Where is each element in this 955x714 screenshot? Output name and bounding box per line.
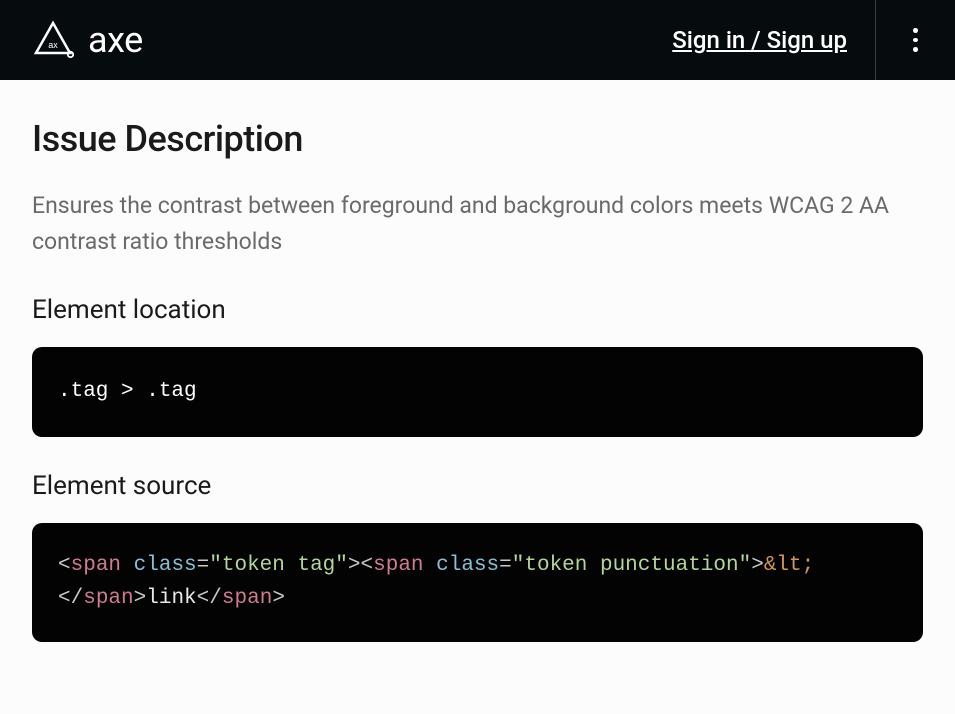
header-right: Sign in / Sign up (672, 0, 955, 80)
code-token: = (197, 554, 210, 577)
element-source-title: Element source (32, 471, 923, 501)
code-token: </ (58, 587, 83, 610)
code-token (424, 554, 437, 577)
code-token: span (83, 587, 133, 610)
element-location-code: .tag > .tag (32, 347, 923, 437)
code-token: < (58, 554, 71, 577)
code-token: link (146, 587, 196, 610)
issue-description: Ensures the contrast between foreground … (32, 188, 923, 259)
code-token: > (348, 554, 361, 577)
code-token: > (751, 554, 764, 577)
more-vertical-icon (904, 28, 928, 52)
logo-section: ax axe (32, 19, 143, 61)
code-token: "token tag" (209, 554, 348, 577)
axe-logo-icon: ax (32, 19, 74, 61)
element-location-title: Element location (32, 295, 923, 325)
svg-text:ax: ax (48, 40, 58, 50)
code-token (121, 554, 134, 577)
code-token: span (373, 554, 423, 577)
code-token: class (134, 554, 197, 577)
code-token: </ (197, 587, 222, 610)
code-token: class (436, 554, 499, 577)
header-bar: ax axe Sign in / Sign up (0, 0, 955, 80)
element-source-code: <span class="token tag"><span class="tok… (32, 523, 923, 642)
menu-button[interactable] (875, 0, 955, 80)
code-token: &lt; (764, 554, 814, 577)
code-token: > (134, 587, 147, 610)
code-token: < (361, 554, 374, 577)
signin-link[interactable]: Sign in / Sign up (672, 26, 875, 54)
code-token: span (71, 554, 121, 577)
code-token: = (499, 554, 512, 577)
main-content: Issue Description Ensures the contrast b… (0, 80, 955, 714)
code-token: span (222, 587, 272, 610)
code-token: "token punctuation" (512, 554, 751, 577)
page-title: Issue Description (32, 118, 923, 160)
logo-text: axe (88, 19, 143, 61)
code-token: > (272, 587, 285, 610)
